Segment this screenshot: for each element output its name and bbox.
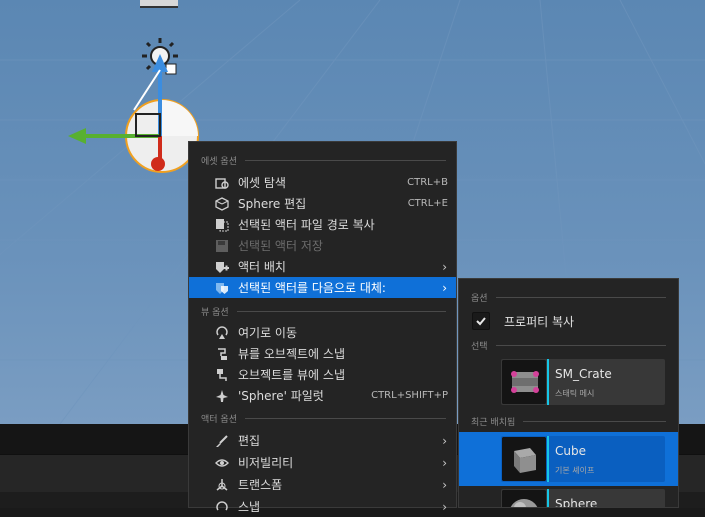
menu-item-snap-object-to-view[interactable]: 오브젝트를 뷰에 스냅 — [189, 364, 456, 385]
asset-tile-selected[interactable]: SM_Crate 스태틱 메시 — [501, 359, 665, 405]
section-view-options: 뷰 옵션 — [189, 303, 458, 319]
asset-name: Sphere — [555, 497, 598, 508]
actor-stub[interactable] — [140, 0, 178, 8]
eye-icon — [215, 456, 229, 470]
transform-icon — [215, 478, 229, 492]
chevron-right-icon: › — [442, 259, 447, 274]
asset-tile-sphere[interactable]: Sphere — [501, 489, 665, 508]
go-here-icon — [215, 325, 229, 340]
edit-asset-icon — [215, 196, 229, 211]
menu-item-browse-asset[interactable]: 에셋 탐색 CTRL+B — [189, 172, 456, 193]
chevron-right-icon: › — [442, 433, 447, 448]
copy-path-icon — [215, 218, 229, 232]
menu-item-place-actor[interactable]: 액터 배치 › — [189, 256, 456, 277]
section-header: 액터 옵션 — [201, 414, 237, 425]
menu-item-edit[interactable]: 편집 › — [189, 430, 456, 451]
menu-item-transform[interactable]: 트랜스폼 › — [189, 474, 456, 495]
snap-object-icon — [215, 368, 229, 382]
asset-tile-cube[interactable]: Cube 기본 셰이프 — [501, 436, 665, 482]
section-asset-options: 에셋 옵션 — [189, 152, 458, 168]
pilot-icon — [215, 389, 229, 403]
section-selection: 선택 — [459, 337, 678, 353]
section-header: 에셋 옵션 — [201, 156, 237, 167]
menu-item-visibility[interactable]: 비저빌리티 › — [189, 452, 456, 473]
menu-item-pilot-actor[interactable]: 'Sphere' 파일럿 CTRL+SHIFT+P — [189, 385, 456, 406]
menu-item-copy-file-path[interactable]: 선택된 액터 파일 경로 복사 — [189, 214, 456, 235]
copy-properties-label: 프로퍼티 복사 — [504, 314, 575, 329]
asset-type: 기본 셰이프 — [555, 466, 595, 475]
brush-icon — [215, 434, 229, 448]
asset-name: SM_Crate — [555, 367, 612, 381]
replace-actor-submenu: 옵션 프로퍼티 복사 선택 SM_Crate 스태틱 메시 최근 배치됨 Cub… — [458, 278, 679, 508]
checkmark-icon — [476, 317, 486, 326]
menu-item-edit-asset[interactable]: Sphere 편집 CTRL+E — [189, 193, 456, 214]
asset-name: Cube — [555, 444, 586, 458]
chevron-right-icon: › — [442, 477, 447, 492]
copy-properties-row[interactable]: 프로퍼티 복사 — [459, 309, 678, 333]
transform-gizmo[interactable] — [64, 40, 204, 180]
menu-item-snap-view-to-object[interactable]: 뷰를 오브젝트에 스냅 — [189, 343, 456, 364]
section-options: 옵션 — [459, 289, 678, 305]
menu-item-replace-actor[interactable]: 선택된 액터를 다음으로 대체: › — [189, 277, 456, 298]
snap-icon — [215, 500, 229, 514]
cube-thumbnail — [502, 437, 546, 481]
menu-item-save-actor[interactable]: 선택된 액터 저장 — [189, 235, 456, 256]
save-icon — [215, 239, 229, 253]
crate-thumbnail — [502, 360, 546, 404]
replace-actor-icon — [215, 281, 229, 295]
place-actor-icon — [215, 260, 229, 274]
section-recently-placed: 최근 배치됨 — [459, 413, 678, 429]
section-header: 뷰 옵션 — [201, 307, 229, 318]
chevron-right-icon: › — [442, 280, 447, 295]
chevron-right-icon: › — [442, 455, 447, 470]
copy-properties-checkbox[interactable] — [472, 312, 490, 330]
asset-type: 스태틱 메시 — [555, 389, 595, 398]
chevron-right-icon: › — [442, 499, 447, 514]
sphere-thumbnail — [502, 490, 546, 507]
menu-item-snap[interactable]: 스냅 › — [189, 496, 456, 517]
section-actor-options: 액터 옵션 — [189, 410, 458, 426]
menu-item-go-here[interactable]: 여기로 이동 — [189, 322, 456, 343]
browse-icon — [215, 176, 229, 190]
actor-context-menu: 에셋 옵션 에셋 탐색 CTRL+B Sphere 편집 CTRL+E 선택된 … — [188, 141, 458, 514]
snap-view-icon — [215, 347, 229, 361]
